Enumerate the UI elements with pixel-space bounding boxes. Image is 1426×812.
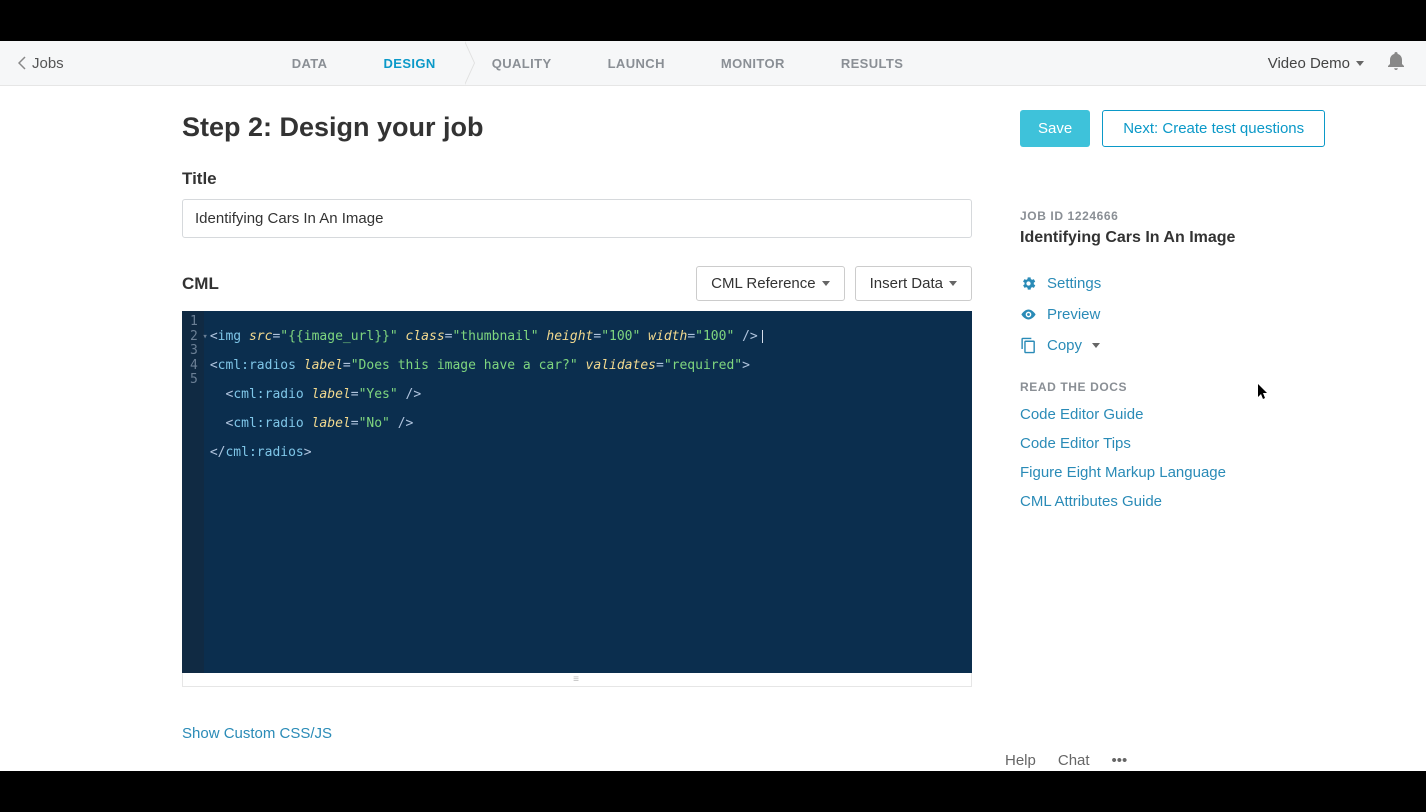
chevron-down-icon [1356, 61, 1364, 66]
preview-label: Preview [1047, 306, 1100, 323]
doc-figure-eight-markup[interactable]: Figure Eight Markup Language [1020, 464, 1300, 481]
chevron-down-icon [949, 281, 957, 286]
back-to-jobs[interactable]: Jobs [0, 55, 64, 72]
help-link[interactable]: Help [1005, 752, 1036, 769]
insert-data-button[interactable]: Insert Data [855, 266, 972, 301]
topbar: Jobs DATA DESIGN QUALITY LAUNCH MONITOR … [0, 41, 1426, 86]
settings-link[interactable]: Settings [1020, 275, 1300, 292]
cml-reference-label: CML Reference [711, 275, 816, 292]
nav-tabs: DATA DESIGN QUALITY LAUNCH MONITOR RESUL… [264, 41, 932, 85]
title-label: Title [182, 169, 972, 189]
page-title: Step 2: Design your job [182, 112, 484, 143]
mouse-cursor-icon [1258, 384, 1270, 400]
chat-link[interactable]: Chat [1058, 752, 1090, 769]
job-title-input[interactable] [182, 199, 972, 238]
tab-quality[interactable]: QUALITY [464, 41, 580, 85]
project-dropdown[interactable]: Video Demo [1268, 55, 1364, 72]
tab-data[interactable]: DATA [264, 41, 356, 85]
save-button[interactable]: Save [1020, 110, 1090, 147]
chevron-left-icon [18, 56, 26, 70]
footer-more: ••• [1112, 752, 1128, 769]
show-custom-cssjs-link[interactable]: Show Custom CSS/JS [182, 725, 972, 742]
doc-cml-attributes[interactable]: CML Attributes Guide [1020, 493, 1300, 510]
eye-icon [1020, 306, 1037, 323]
editor-code[interactable]: <img src="{{image_url}}" class="thumbnai… [204, 311, 972, 673]
doc-code-editor-tips[interactable]: Code Editor Tips [1020, 435, 1300, 452]
chevron-down-icon [1092, 343, 1100, 348]
sidebar-job-title: Identifying Cars In An Image [1020, 229, 1300, 247]
copy-link[interactable]: Copy [1020, 337, 1300, 354]
tab-launch[interactable]: LAUNCH [580, 41, 693, 85]
tab-design[interactable]: DESIGN [355, 41, 463, 85]
settings-label: Settings [1047, 275, 1101, 292]
next-button[interactable]: Next: Create test questions [1102, 110, 1325, 147]
cml-reference-button[interactable]: CML Reference [696, 266, 845, 301]
chevron-down-icon [822, 281, 830, 286]
project-name: Video Demo [1268, 55, 1350, 72]
notifications-icon[interactable] [1388, 52, 1404, 74]
preview-link[interactable]: Preview [1020, 306, 1300, 323]
gear-icon [1020, 275, 1037, 292]
job-id-label: JOB ID 1224666 [1020, 209, 1300, 223]
editor-gutter: 1 2 3 4 5 [182, 311, 204, 673]
tab-monitor[interactable]: MONITOR [693, 41, 813, 85]
tab-results[interactable]: RESULTS [813, 41, 932, 85]
footer-links: Help Chat ••• [1005, 752, 1127, 769]
editor-resize-handle[interactable]: ≡ [182, 673, 972, 687]
copy-icon [1020, 337, 1037, 354]
doc-code-editor-guide[interactable]: Code Editor Guide [1020, 406, 1300, 423]
insert-data-label: Insert Data [870, 275, 943, 292]
code-editor[interactable]: 1 2 3 4 5 <img src="{{image_url}}" class… [182, 311, 972, 673]
copy-label: Copy [1047, 337, 1082, 354]
cml-label: CML [182, 274, 219, 294]
back-label: Jobs [32, 55, 64, 72]
